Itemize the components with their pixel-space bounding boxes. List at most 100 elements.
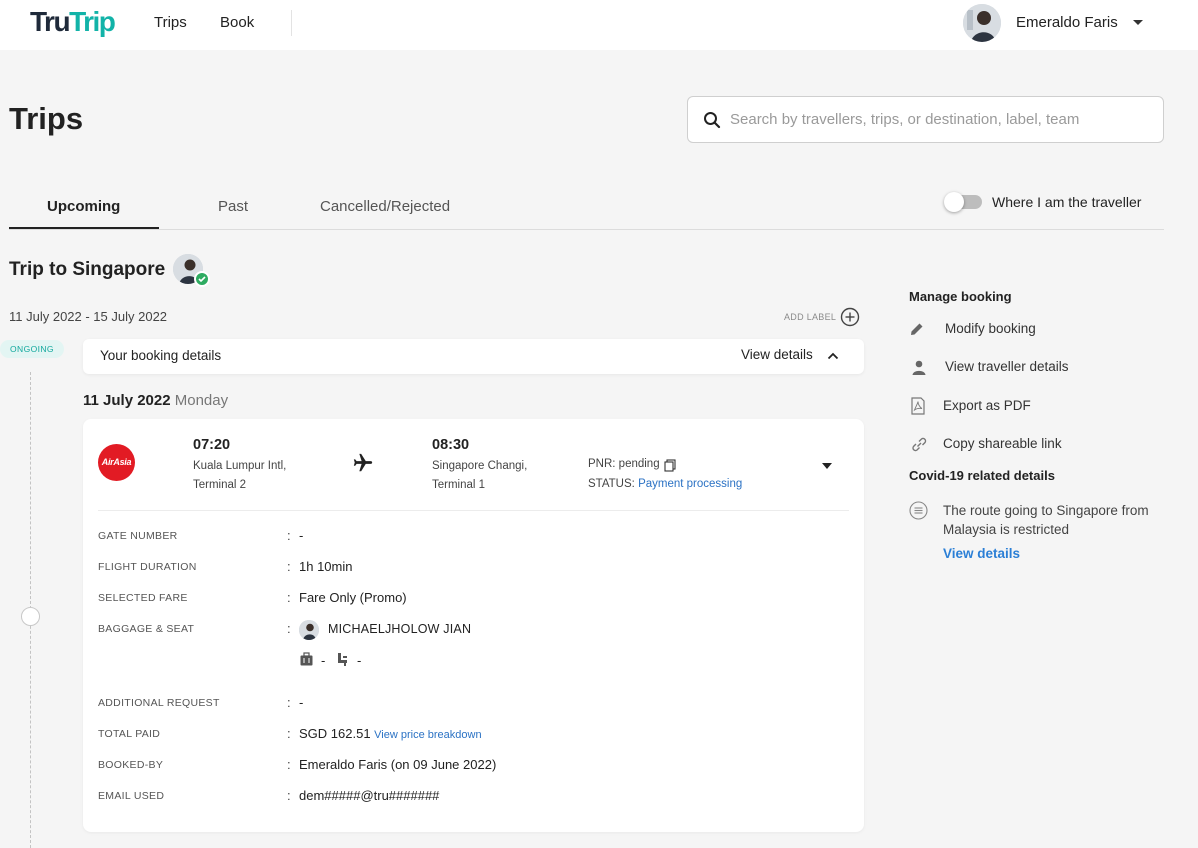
covid-heading: Covid-19 related details — [909, 468, 1055, 483]
expand-caret-icon[interactable] — [822, 462, 832, 470]
trutrip-logo[interactable]: TruTrip — [30, 6, 116, 38]
copy-icon[interactable] — [664, 459, 676, 472]
status-badge: ONGOING — [0, 340, 64, 358]
timeline-dot — [21, 607, 40, 626]
total-paid-value: SGD 162.51 — [299, 726, 371, 741]
email-used-value: dem#####@tru####### — [299, 788, 440, 803]
trip-title[interactable]: Trip to Singapore — [9, 259, 165, 281]
luggage-icon — [300, 652, 313, 666]
pencil-icon — [911, 323, 923, 335]
active-tab-indicator — [9, 227, 159, 229]
flight-duration-value: 1h 10min — [299, 559, 353, 574]
gate-number-label: GATE NUMBER — [98, 530, 178, 542]
baggage-value: - — [321, 653, 326, 668]
nav-trips-link[interactable]: Trips — [154, 14, 187, 31]
user-menu-caret-icon[interactable] — [1133, 20, 1143, 25]
day-date: 11 July 2022 — [83, 392, 171, 409]
covid-restriction-text: The route going to Singapore from Malays… — [943, 503, 1149, 537]
toggle-knob — [944, 192, 964, 212]
search-input[interactable] — [730, 97, 1150, 142]
additional-request-label: ADDITIONAL REQUEST — [98, 697, 220, 709]
user-avatar[interactable] — [963, 4, 1001, 42]
row-colon: : — [287, 695, 291, 710]
flight-card: AirAsia 07:20 Kuala Lumpur Intl, Termina… — [83, 419, 864, 832]
traveller-filter-label: Where I am the traveller — [992, 194, 1142, 210]
booking-status: STATUS: Payment processing — [588, 478, 742, 490]
logo-text-tru: Tru — [30, 6, 71, 37]
link-icon — [912, 437, 927, 452]
modify-booking-label: Modify booking — [945, 321, 1036, 336]
arrival-terminal: Terminal 1 — [432, 479, 486, 491]
user-avatar-image — [963, 4, 1001, 42]
approved-check-icon — [194, 271, 210, 287]
email-used-label: EMAIL USED — [98, 790, 165, 802]
view-price-breakdown-link[interactable]: View price breakdown — [374, 729, 481, 741]
booking-details-label: Your booking details — [100, 348, 222, 363]
airplane-icon — [353, 453, 373, 472]
row-colon: : — [287, 726, 291, 741]
pdf-icon — [911, 397, 925, 415]
total-paid-label: TOTAL PAID — [98, 728, 161, 740]
airasia-logo: AirAsia — [98, 444, 135, 481]
user-name[interactable]: Emeraldo Faris — [1016, 14, 1118, 31]
tabs-divider — [9, 229, 1164, 230]
passenger-avatar — [299, 620, 319, 640]
row-colon: : — [287, 559, 291, 574]
manage-booking-heading: Manage booking — [909, 289, 1012, 304]
additional-request-value: - — [299, 695, 304, 710]
status-value: Payment processing — [638, 478, 743, 490]
card-divider — [98, 510, 849, 511]
departure-terminal: Terminal 2 — [193, 479, 247, 491]
export-pdf-button[interactable]: Export as PDF — [909, 397, 1039, 417]
add-circle-icon[interactable] — [840, 307, 860, 327]
top-nav-bar: TruTrip Trips Book Emeraldo Faris — [0, 0, 1198, 50]
day-heading: 11 July 2022 Monday — [83, 392, 228, 409]
logo-text-trip: Trip — [69, 6, 116, 37]
arrival-airport-name: Singapore Changi, — [432, 460, 528, 472]
row-colon: : — [287, 757, 291, 772]
row-colon: : — [287, 621, 291, 636]
page-title: Trips — [9, 101, 84, 136]
arrival-time: 08:30 — [432, 437, 470, 453]
trip-dates: 11 July 2022 - 15 July 2022 — [9, 309, 168, 324]
booked-by-value: Emeraldo Faris (on 09 June 2022) — [299, 757, 497, 772]
row-colon: : — [287, 590, 291, 605]
person-icon — [912, 360, 926, 375]
view-traveller-details-label: View traveller details — [945, 359, 1069, 374]
total-paid-row: SGD 162.51 View price breakdown — [299, 726, 482, 741]
tab-past[interactable]: Past — [218, 198, 248, 215]
copy-shareable-link-label: Copy shareable link — [943, 436, 1062, 451]
tab-cancelled-rejected[interactable]: Cancelled/Rejected — [320, 198, 450, 215]
view-details-button[interactable]: View details — [741, 347, 813, 362]
flight-duration-label: FLIGHT DURATION — [98, 561, 197, 573]
passenger-avatar-image — [299, 620, 319, 640]
tab-upcoming[interactable]: Upcoming — [47, 198, 120, 215]
baggage-seat-label: BAGGAGE & SEAT — [98, 623, 195, 635]
gate-number-value: - — [299, 528, 304, 543]
departure-airport-name: Kuala Lumpur Intl, — [193, 460, 287, 472]
view-traveller-details-button[interactable]: View traveller details — [909, 358, 1084, 378]
covid-view-details-link[interactable]: View details — [943, 546, 1020, 561]
seat-icon — [338, 653, 347, 666]
chevron-up-icon[interactable] — [827, 350, 839, 362]
nav-book-link[interactable]: Book — [220, 14, 254, 31]
day-weekday: Monday — [174, 392, 229, 409]
status-label: STATUS: — [588, 478, 635, 490]
traveller-filter-toggle[interactable] — [944, 192, 982, 212]
modify-booking-button[interactable]: Modify booking — [909, 320, 1059, 340]
departure-airport: Kuala Lumpur Intl, Terminal 2 — [193, 457, 286, 495]
export-pdf-label: Export as PDF — [943, 398, 1031, 413]
departure-time: 07:20 — [193, 437, 231, 453]
add-label-button[interactable]: ADD LABEL — [784, 312, 836, 322]
copy-shareable-link-button[interactable]: Copy shareable link — [909, 435, 1069, 455]
booking-details-bar[interactable]: Your booking details View details — [83, 339, 864, 374]
search-box[interactable] — [687, 96, 1164, 143]
passenger-name: MICHAELJHOLOW JIAN — [328, 622, 472, 636]
document-list-icon — [909, 501, 928, 520]
search-icon — [704, 112, 721, 129]
seat-value: - — [357, 653, 362, 668]
nav-divider — [291, 10, 292, 36]
row-colon: : — [287, 788, 291, 803]
arrival-airport: Singapore Changi, Terminal 1 — [432, 457, 527, 495]
selected-fare-label: SELECTED FARE — [98, 592, 188, 604]
